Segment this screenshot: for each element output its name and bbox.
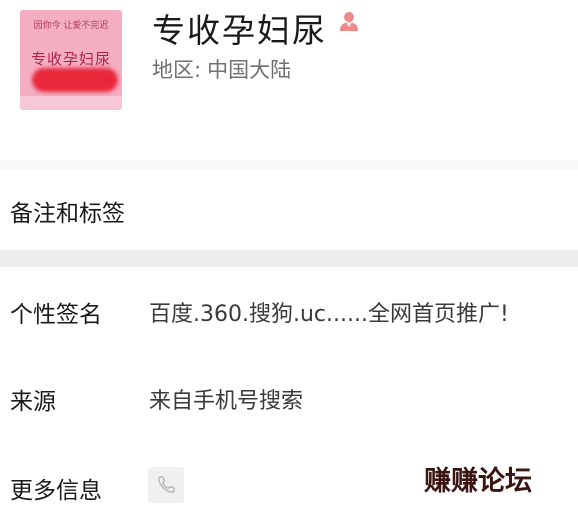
region-value: 中国大陆	[207, 58, 292, 82]
region: 地区: 中国大陆	[152, 54, 291, 84]
watermark: 赚赚论坛	[424, 466, 532, 497]
more-info-label: 更多信息	[10, 478, 102, 504]
avatar-redaction	[32, 68, 118, 92]
avatar-bottom-strip	[20, 96, 122, 110]
profile-header: 因你今 让爱不完迟 专收孕妇尿 专收孕妇尿 地区: 中国大陆	[0, 0, 578, 160]
signature-value: 百度.360.搜狗.uc......全网首页推广!	[149, 302, 509, 327]
section-divider	[0, 250, 578, 267]
header-spacer	[0, 160, 578, 170]
nickname: 专收孕妇尿	[152, 11, 327, 50]
signature-row: 个性签名 百度.360.搜狗.uc......全网首页推广!	[0, 267, 578, 353]
female-user-icon	[338, 10, 360, 32]
avatar-top-text: 因你今 让爱不完迟	[33, 21, 109, 31]
phone-icon[interactable]	[148, 467, 184, 503]
source-row: 来源 来自手机号搜索	[0, 353, 578, 439]
more-info-row[interactable]: 更多信息 赚赚论坛	[0, 439, 578, 515]
source-label: 来源	[10, 389, 56, 415]
signature-label: 个性签名	[10, 302, 102, 328]
avatar-main-text: 专收孕妇尿	[30, 50, 111, 68]
avatar[interactable]: 因你今 让爱不完迟 专收孕妇尿	[20, 10, 122, 110]
source-value: 来自手机号搜索	[149, 389, 304, 414]
region-label: 地区:	[152, 58, 202, 82]
remarks-and-tags-row[interactable]: 备注和标签	[0, 170, 578, 250]
remarks-label: 备注和标签	[10, 201, 125, 227]
